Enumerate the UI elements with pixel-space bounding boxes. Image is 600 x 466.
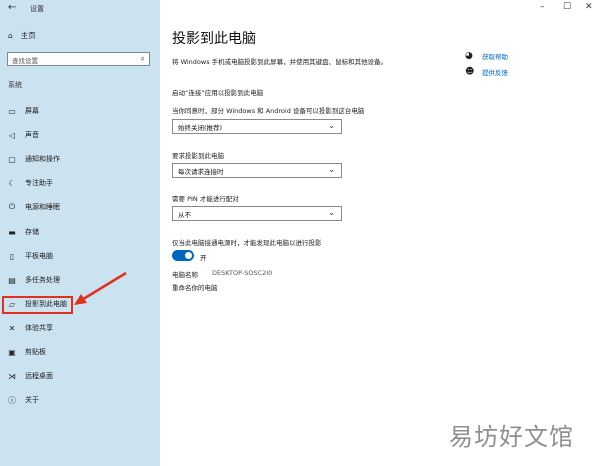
sidebar-item-display[interactable]: ▭ 屏幕 [8,104,153,118]
sidebar-item-tablet[interactable]: ▯ 平板电脑 [8,249,153,263]
search-placeholder: 查找设置 [12,57,38,65]
sidebar-item-focus[interactable]: ☾ 专注助手 [8,176,153,190]
notification-icon: ▢ [8,154,16,164]
sidebar-item-label: 多任务处理 [25,276,60,284]
multitask-icon: ▤ [8,275,16,285]
sidebar-item-shared-experiences[interactable]: ✕ 体验共享 [8,321,153,335]
clipboard-icon: ▣ [8,347,16,357]
arrow-left-icon[interactable]: ← [8,2,16,13]
toggle-knob [185,252,192,259]
sidebar-item-label: 关于 [25,396,39,404]
remote-icon: ⋊ [8,371,16,381]
setting3-label: 需要 PIN 才能进行配对 [172,195,239,203]
sidebar-item-label: 平板电脑 [25,252,53,260]
get-help-label: 获取帮助 [482,53,508,61]
home-label: 主页 [20,31,36,40]
sidebar-item-label: 远程桌面 [25,372,53,380]
power-icon: ⏻ [8,202,16,211]
give-feedback-link[interactable]: ☻ 提供反馈 [465,67,508,77]
sidebar-item-label: 屏幕 [25,107,39,115]
sidebar-item-remote-desktop[interactable]: ⋊ 远程桌面 [8,369,153,383]
info-icon: ⓘ [8,395,16,405]
setting2-label: 要求投影到此电脑 [172,152,224,160]
sidebar-item-power[interactable]: ⏻ 电源和睡眠 [8,200,153,214]
toggle-state-label: 开 [200,254,207,262]
sidebar-item-label: 声音 [25,131,39,139]
chevron-down-icon: ⌄ [328,121,335,130]
sidebar-item-sound[interactable]: ◁ 声音 [8,128,153,142]
sidebar-item-storage[interactable]: ▬ 存储 [8,225,153,239]
content-area: 投影到此电脑 将 Windows 手机或电脑投影到此屏幕，并使用其键盘、鼠标和其… [160,0,600,466]
power-toggle[interactable] [172,250,194,261]
storage-icon: ▬ [8,227,16,237]
give-feedback-label: 提供反馈 [482,69,508,77]
search-input[interactable]: 查找设置 ⌕ [7,52,150,66]
chevron-down-icon: ⌄ [328,208,335,217]
page-description: 将 Windows 手机或电脑投影到此屏幕，并使用其键盘、鼠标和其他设备。 [172,58,388,66]
setting3-dropdown[interactable]: 从不 ⌄ [172,206,342,221]
sidebar-item-notifications[interactable]: ▢ 通知和操作 [8,152,153,166]
get-help-link[interactable]: ◕ 获取帮助 [465,51,508,61]
sidebar-item-label: 电源和睡眠 [25,203,60,211]
watermark: 易坊好文馆 [449,423,574,451]
setting3-value: 从不 [178,211,191,219]
moon-icon: ☾ [8,178,16,188]
pc-name-label: 电脑名称 [172,271,198,279]
feedback-icon: ☻ [465,67,475,77]
highlight-box [2,296,73,314]
setting1-dropdown[interactable]: 始终关闭(推荐) ⌄ [172,119,342,134]
launch-connect-link[interactable]: 启动“连接”应用以投影到此电脑 [172,87,263,97]
search-icon: ⌕ [140,54,145,63]
speaker-icon: ◁ [8,130,16,140]
sidebar-item-about[interactable]: ⓘ 关于 [8,393,153,407]
sidebar-item-label: 通知和操作 [25,155,60,163]
sidebar-item-label: 剪贴板 [25,348,46,356]
page-title: 投影到此电脑 [172,31,256,47]
monitor-icon: ▭ [8,106,16,116]
power-setting-label: 仅当此电脑接通电源时，才能发现此电脑以进行投影 [172,239,322,247]
help-icon: ◕ [465,51,473,61]
setting2-dropdown[interactable]: 每次请求连接时 ⌄ [172,163,342,178]
setting1-value: 始终关闭(推荐) [178,124,223,132]
pc-name-value: DESKTOP-SOSC2I0 [212,269,273,277]
sidebar-item-label: 存储 [25,228,39,236]
rename-pc-link[interactable]: 重命名你的电脑 [172,282,218,292]
tablet-icon: ▯ [9,251,15,261]
sidebar-item-clipboard[interactable]: ▣ 剪贴板 [8,345,153,359]
share-icon: ✕ [8,323,16,333]
setting1-label: 当你同意时，部分 Windows 和 Android 设备可以投影到这台电脑 [172,107,365,115]
annotation-arrow [74,271,127,305]
window-title: 设置 [30,5,44,13]
setting2-value: 每次请求连接时 [178,168,224,176]
nav-home[interactable]: ⌂ 主页 [8,30,36,41]
sidebar-item-label: 体验共享 [25,324,53,332]
section-header: 系统 [8,81,22,89]
chevron-down-icon: ⌄ [328,165,335,174]
sidebar-item-label: 专注助手 [25,179,53,187]
home-icon: ⌂ [8,31,13,40]
